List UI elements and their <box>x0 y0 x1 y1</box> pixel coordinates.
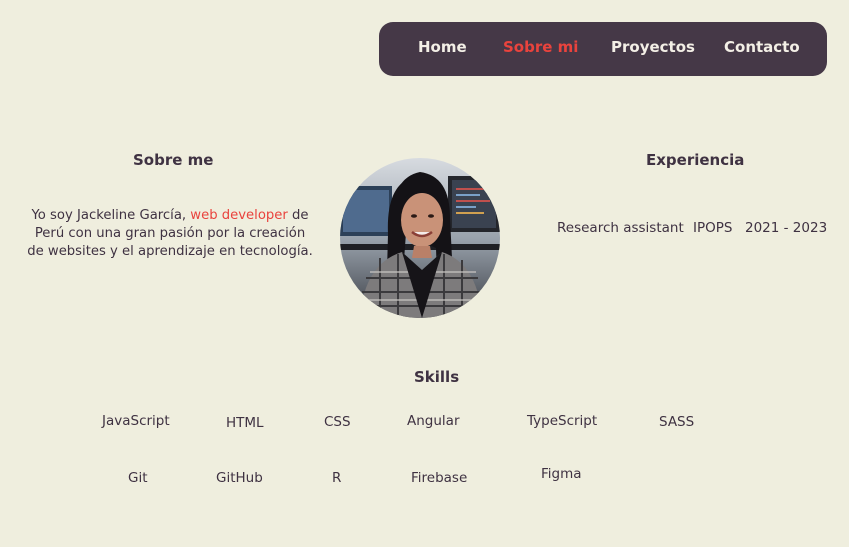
skill-item: CSS <box>324 414 351 430</box>
skill-item: TypeScript <box>527 413 598 429</box>
skill-item: Figma <box>541 466 582 482</box>
profile-photo <box>340 158 500 318</box>
experience-period: 2021 - 2023 <box>745 220 828 236</box>
nav-home-link[interactable]: Home <box>418 38 467 56</box>
skill-item: Firebase <box>411 470 468 486</box>
skill-item: JavaScript <box>102 413 170 429</box>
skill-item: GitHub <box>216 470 263 486</box>
navbar: Home Sobre mi Proyectos Contacto <box>379 22 827 76</box>
skill-item: R <box>332 470 342 486</box>
skills-title: Skills <box>414 368 460 386</box>
nav-projects-link[interactable]: Proyectos <box>611 38 695 56</box>
about-highlight: web developer <box>190 208 288 223</box>
about-title: Sobre me <box>133 151 214 169</box>
nav-contact-link[interactable]: Contacto <box>724 38 800 56</box>
about-text: Yo soy Jackeline García, web developer d… <box>26 207 314 261</box>
experience-role: Research assistant <box>557 220 684 236</box>
skill-item: Git <box>128 470 148 486</box>
nav-about-link[interactable]: Sobre mi <box>503 38 578 56</box>
experience-title: Experiencia <box>646 151 745 169</box>
skill-item: SASS <box>659 414 695 430</box>
skill-item: HTML <box>226 415 264 431</box>
profile-photo-image <box>340 158 500 318</box>
skill-item: Angular <box>407 413 460 429</box>
experience-organization: IPOPS <box>693 220 733 236</box>
about-text-prefix: Yo soy Jackeline García, <box>31 208 191 223</box>
